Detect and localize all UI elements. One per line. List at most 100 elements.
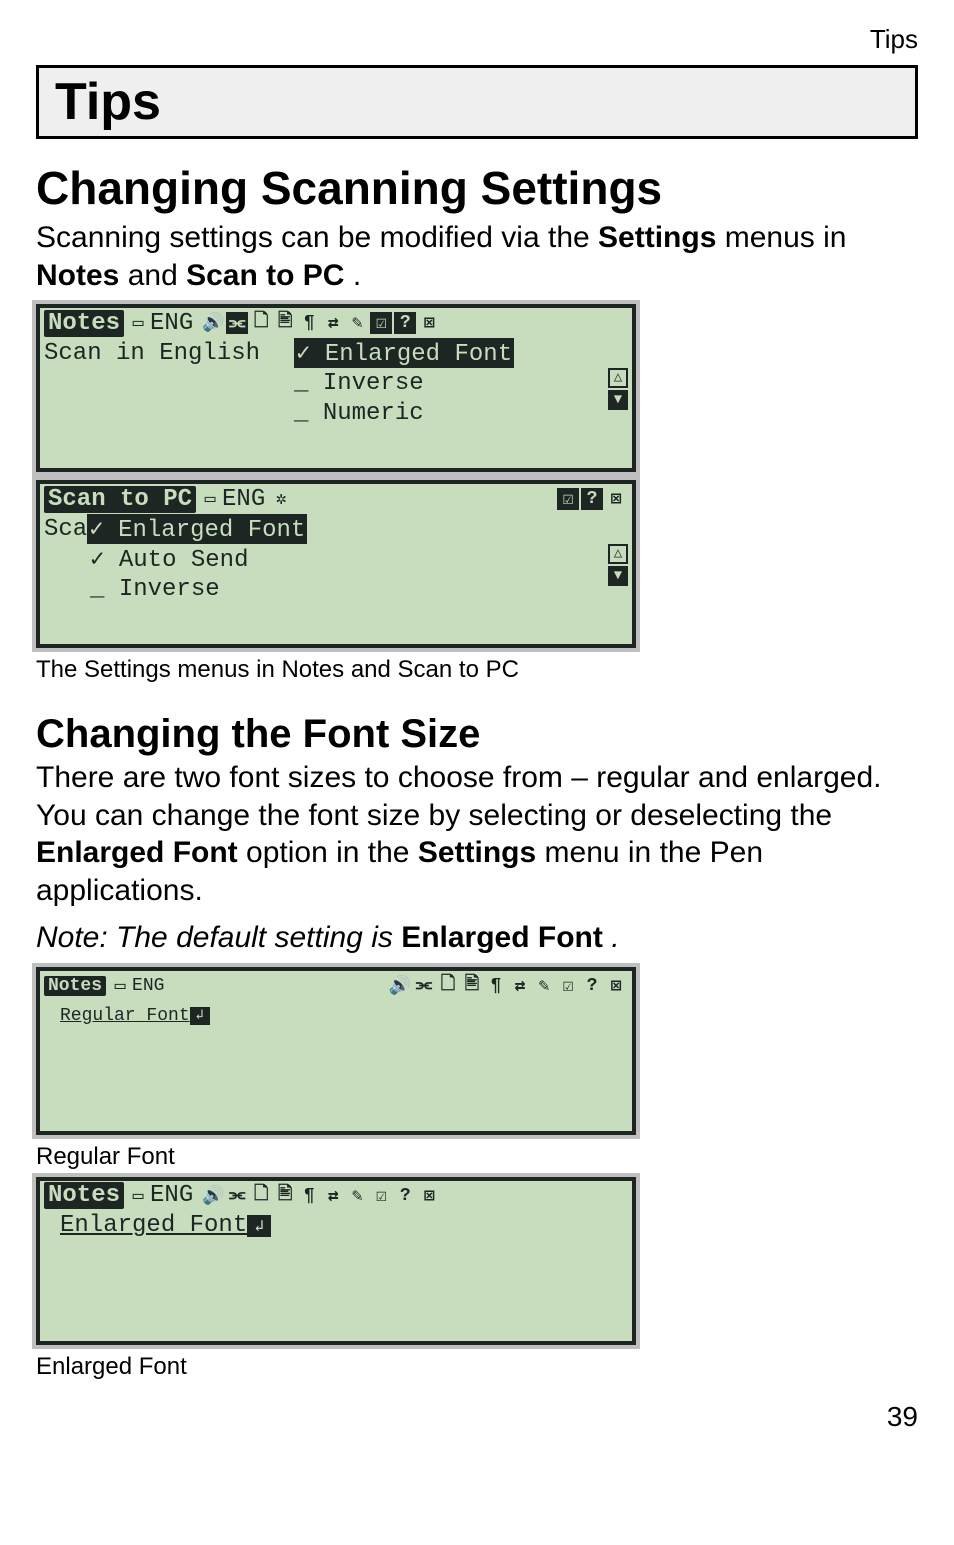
enter-icon: ↲ — [190, 1007, 210, 1025]
text-italic: Note: The default setting is — [36, 921, 401, 954]
close-icon: ⊠ — [418, 312, 440, 334]
section-title: Changing Scanning Settings — [36, 161, 918, 215]
figure-caption: The Settings menus in Notes and Scan to … — [36, 656, 918, 684]
text-bold: Settings — [418, 836, 536, 869]
help-icon: ? — [581, 488, 603, 510]
speaker-icon: 🔊 — [389, 975, 411, 997]
check-mark: ✓ — [89, 517, 103, 544]
menu-item-selected[interactable]: ✓ Enlarged Font — [87, 514, 307, 544]
page-number: 39 — [36, 1401, 918, 1433]
checkbox-icon: ☑ — [370, 312, 392, 334]
checkbox-icon: ☑ — [557, 975, 579, 997]
text-bold: Enlarged Font — [401, 921, 603, 954]
sample-text: Enlarged Font — [60, 1212, 247, 1239]
pilcrow-icon: ¶ — [485, 975, 507, 997]
close-icon: ⊠ — [418, 1185, 440, 1207]
checkbox-icon: ☑ — [370, 1185, 392, 1207]
page-icon: 🗋 — [437, 975, 459, 997]
app-label: Notes — [44, 976, 106, 996]
speaker-icon: 🔊 — [202, 312, 224, 334]
scroll-down-button[interactable]: ▼ — [608, 566, 628, 586]
menu-item-selected[interactable]: ✓ Enlarged Font — [294, 338, 514, 368]
menu-label: Inverse — [119, 576, 220, 603]
battery-icon: ▭ — [109, 975, 131, 997]
check-mark: ✓ — [90, 547, 104, 574]
copy-icon: 🖹 — [274, 1185, 296, 1207]
text: Scanning settings can be modified via th… — [36, 221, 598, 254]
copy-icon: 🖹 — [274, 312, 296, 334]
pilcrow-icon: ¶ — [298, 1185, 320, 1207]
battery-icon: ▭ — [127, 312, 149, 334]
pilcrow-icon: ¶ — [298, 312, 320, 334]
battery-icon: ▭ — [199, 488, 221, 510]
page-header-label: Tips — [36, 24, 918, 55]
speaker-icon: 🔊 — [202, 1185, 224, 1207]
battery-icon: ▭ — [127, 1185, 149, 1207]
figure-caption-enlarged: Enlarged Font — [36, 1353, 918, 1381]
swap-icon: ⇄ — [509, 975, 531, 997]
help-icon: ? — [394, 312, 416, 334]
check-mark: _ — [294, 400, 308, 427]
text: menus in — [725, 221, 847, 254]
menu-item[interactable]: ✓ Auto Send — [90, 544, 248, 574]
pencil-icon: ✎ — [533, 975, 555, 997]
menu-item[interactable]: _ Numeric — [294, 400, 424, 427]
lcd-notes-settings: Notes ▭ ENG 🔊 ⫘ 🗋 🖹 ¶ ⇄ ✎ ☑ ? ⊠ Scan in … — [36, 304, 636, 472]
link-icon: ⫘ — [226, 1185, 248, 1207]
menu-item[interactable]: _ Inverse — [90, 576, 220, 603]
lang-label: ENG — [150, 310, 193, 337]
close-icon: ⊠ — [605, 488, 627, 510]
swap-icon: ⇄ — [322, 312, 344, 334]
lcd-scan-to-pc-settings: Scan to PC ▭ ENG ✲ ☑ ? ⊠ Sca ✓ Enlarged … — [36, 480, 636, 648]
text-bold: Scan to PC — [186, 259, 344, 292]
lcd-regular-font: Notes ▭ ENG 🔊 ⫘ 🗋 🖹 ¶ ⇄ ✎ ☑ ? ⊠ Regular … — [36, 967, 636, 1135]
lang-label: ENG — [132, 976, 164, 996]
close-icon: ⊠ — [605, 975, 627, 997]
link-icon: ⫘ — [413, 975, 435, 997]
text-bold: Settings — [598, 221, 716, 254]
app-label: Notes — [44, 310, 124, 337]
text: There are two font sizes to choose from … — [36, 761, 881, 832]
menu-label: Enlarged Font — [118, 517, 305, 544]
text: . — [353, 259, 361, 292]
app-label: Scan to PC — [44, 486, 196, 513]
figure-caption-regular: Regular Font — [36, 1143, 918, 1171]
checkbox-icon: ☑ — [557, 488, 579, 510]
enter-icon: ↲ — [247, 1215, 271, 1237]
text: option in the — [246, 836, 418, 869]
help-icon: ? — [581, 975, 603, 997]
check-mark: ✓ — [296, 341, 310, 368]
pencil-icon: ✎ — [346, 1185, 368, 1207]
menu-label: Auto Send — [119, 547, 249, 574]
scan-line: Scan in English — [44, 340, 294, 367]
menu-label: Inverse — [323, 370, 424, 397]
menu-label: Enlarged Font — [325, 341, 512, 368]
lang-label: ENG — [222, 486, 265, 513]
scroll-up-button[interactable]: △ — [608, 544, 628, 564]
app-label: Notes — [44, 1182, 124, 1209]
text-bold: Enlarged Font — [36, 836, 238, 869]
check-mark: _ — [294, 370, 308, 397]
link-icon: ⫘ — [226, 312, 248, 334]
swap-icon: ⇄ — [322, 1185, 344, 1207]
page-icon: 🗋 — [250, 312, 272, 334]
intro-text: Scanning settings can be modified via th… — [36, 219, 918, 294]
subsection-title: Changing the Font Size — [36, 712, 918, 757]
check-mark: _ — [90, 576, 104, 603]
copy-icon: 🖹 — [461, 975, 483, 997]
scroll-up-button[interactable]: △ — [608, 368, 628, 388]
text: and — [128, 259, 186, 292]
scroll-down-button[interactable]: ▼ — [608, 390, 628, 410]
help-icon: ? — [394, 1185, 416, 1207]
text-prefix: Sca — [44, 516, 87, 543]
body-text: There are two font sizes to choose from … — [36, 759, 918, 909]
menu-label: Numeric — [323, 400, 424, 427]
pencil-icon: ✎ — [346, 312, 368, 334]
sample-text: Regular Font — [60, 1006, 190, 1026]
lcd-enlarged-font: Notes ▭ ENG 🔊 ⫘ 🗋 🖹 ¶ ⇄ ✎ ☑ ? ⊠ Enlarged… — [36, 1177, 636, 1345]
page-icon: 🗋 — [250, 1185, 272, 1207]
lang-label: ENG — [150, 1182, 193, 1209]
menu-item[interactable]: _ Inverse — [294, 370, 424, 397]
text-bold: Notes — [36, 259, 119, 292]
note-text: Note: The default setting is Enlarged Fo… — [36, 919, 918, 957]
